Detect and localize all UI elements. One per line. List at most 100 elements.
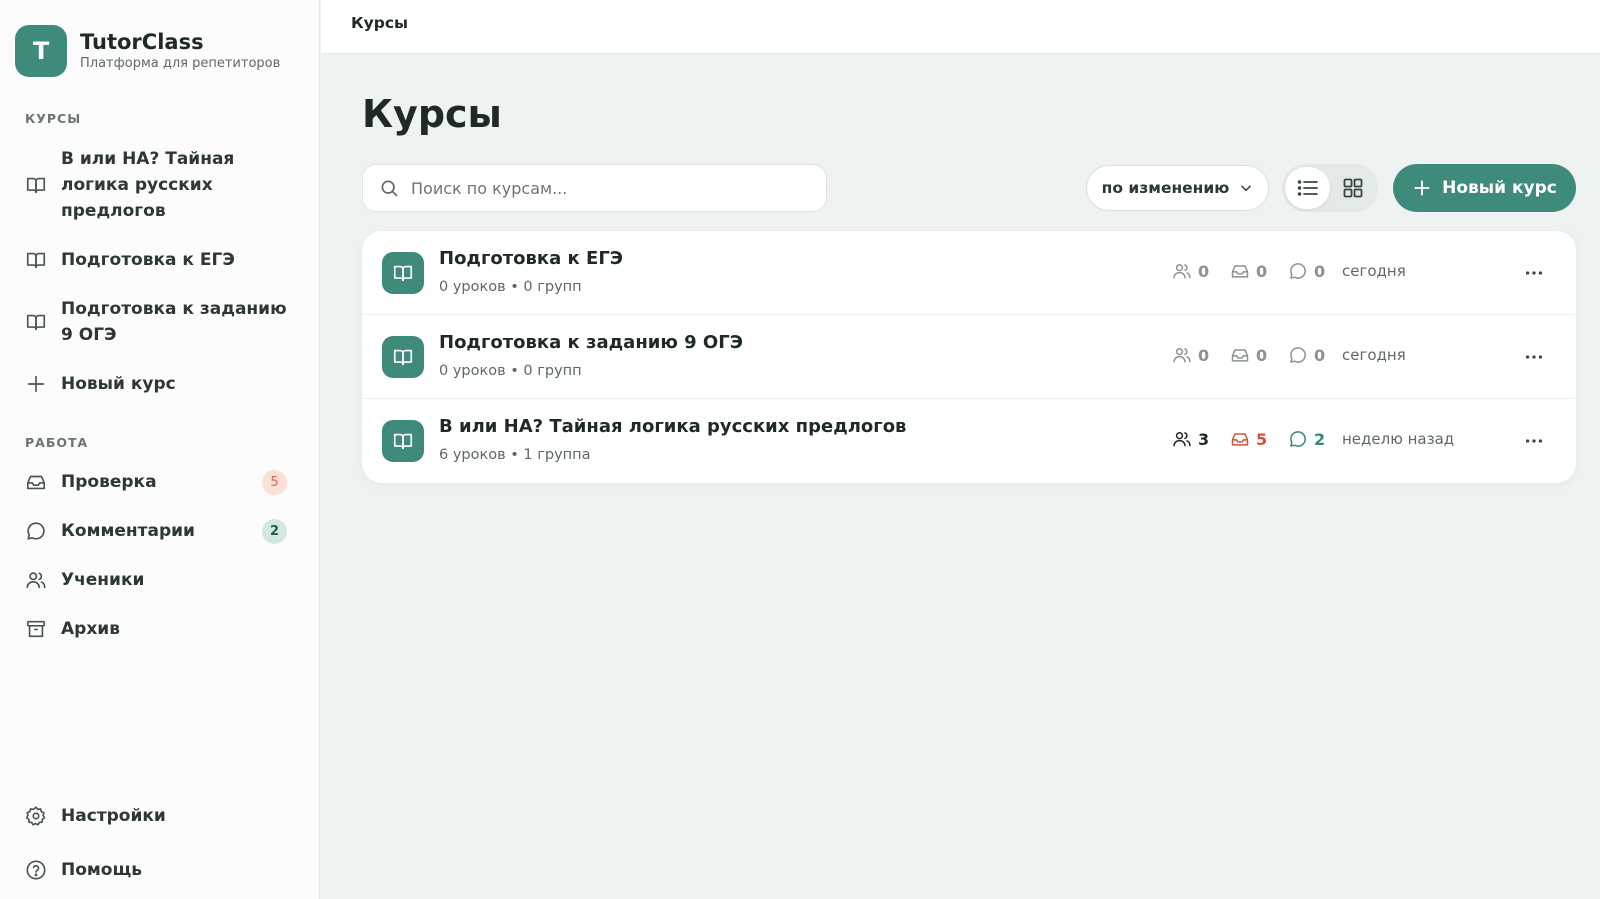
comment-icon	[1288, 429, 1308, 449]
sidebar-course-ege[interactable]: Подготовка к ЕГЭ	[25, 247, 287, 273]
submissions-stat: 5	[1230, 429, 1267, 449]
more-horizontal-icon	[1523, 262, 1545, 284]
sidebar-item-label: Новый курс	[61, 374, 176, 394]
review-count-badge: 5	[262, 469, 287, 495]
brand[interactable]: T TutorClass Платформа для репетиторов	[15, 25, 280, 77]
course-updated: сегодня	[1342, 346, 1406, 364]
more-horizontal-icon	[1523, 346, 1545, 368]
course-list: Подготовка к ЕГЭ 0 уроков • 0 групп 0 0 …	[362, 231, 1576, 483]
course-meta: 6 уроков • 1 группа	[439, 447, 591, 463]
gear-icon	[25, 805, 47, 827]
users-icon	[1172, 345, 1192, 365]
page-title: Курсы	[362, 92, 502, 136]
sidebar-item-label: Помощь	[61, 860, 143, 880]
courses-section-label: КУРСЫ	[25, 111, 82, 126]
book-icon	[25, 174, 47, 196]
new-course-label: Новый курс	[1442, 178, 1557, 198]
course-meta: 0 уроков • 0 групп	[439, 363, 582, 379]
inbox-icon	[1230, 345, 1250, 365]
help-icon	[25, 859, 47, 881]
book-icon	[382, 420, 424, 462]
search-box[interactable]	[362, 164, 827, 212]
course-row[interactable]: Подготовка к ЕГЭ 0 уроков • 0 групп 0 0 …	[362, 231, 1576, 315]
sidebar-item-settings[interactable]: Настройки	[25, 803, 287, 829]
sidebar-new-course[interactable]: Новый курс	[25, 371, 287, 397]
more-options-button[interactable]	[1522, 345, 1546, 369]
comment-icon	[1288, 261, 1308, 281]
sort-label: по изменению	[1101, 179, 1230, 197]
comments-stat: 0	[1288, 345, 1325, 365]
course-updated: неделю назад	[1342, 430, 1455, 448]
course-row[interactable]: В или НА? Тайная логика русских предлого…	[362, 399, 1576, 483]
course-row[interactable]: Подготовка к заданию 9 ОГЭ 0 уроков • 0 …	[362, 315, 1576, 399]
sidebar-item-students[interactable]: Ученики	[25, 567, 287, 593]
work-section-label: РАБОТА	[25, 435, 89, 450]
submissions-stat: 0	[1230, 261, 1267, 281]
list-icon	[1296, 176, 1320, 200]
more-options-button[interactable]	[1522, 429, 1546, 453]
students-count: 3	[1198, 429, 1210, 449]
comments-count-badge: 2	[262, 518, 287, 544]
grid-icon	[1341, 176, 1365, 200]
comment-icon	[1288, 345, 1308, 365]
view-toggle	[1282, 164, 1378, 212]
brand-logo: T	[15, 25, 67, 77]
new-course-button[interactable]: Новый курс	[1393, 164, 1576, 212]
course-title[interactable]: Подготовка к ЕГЭ	[439, 248, 623, 269]
sidebar-item-review[interactable]: Проверка 5	[25, 469, 287, 495]
inbox-icon	[25, 471, 47, 493]
chevron-down-icon	[1239, 181, 1253, 195]
plus-icon	[1412, 178, 1432, 198]
sidebar-course-oge9[interactable]: Подготовка к заданию 9 ОГЭ	[25, 296, 287, 348]
more-options-button[interactable]	[1522, 261, 1546, 285]
sidebar: T TutorClass Платформа для репетиторов К…	[0, 0, 320, 899]
course-title[interactable]: Подготовка к заданию 9 ОГЭ	[439, 332, 743, 353]
users-icon	[1172, 261, 1192, 281]
course-title[interactable]: В или НА? Тайная логика русских предлого…	[439, 416, 906, 437]
sidebar-course-v-ili-na[interactable]: В или НА? Тайная логика русских предлого…	[25, 146, 287, 224]
submissions-count: 0	[1256, 261, 1268, 281]
sidebar-item-label: Подготовка к заданию 9 ОГЭ	[61, 299, 287, 345]
sidebar-item-label: Подготовка к ЕГЭ	[61, 250, 235, 270]
sidebar-item-label: Проверка	[61, 472, 157, 492]
book-icon	[382, 336, 424, 378]
students-stat: 3	[1172, 429, 1209, 449]
list-view-button[interactable]	[1285, 167, 1330, 209]
plus-icon	[25, 373, 47, 395]
archive-icon	[25, 618, 47, 640]
submissions-stat: 0	[1230, 345, 1267, 365]
comments-stat: 0	[1288, 261, 1325, 281]
top-bar: Курсы	[321, 0, 1600, 54]
students-count: 0	[1198, 345, 1210, 365]
sort-dropdown[interactable]: по изменению	[1086, 165, 1269, 211]
sidebar-item-help[interactable]: Помощь	[25, 857, 287, 883]
sidebar-item-label: Архив	[61, 619, 120, 639]
sidebar-item-label: В или НА? Тайная логика русских предлого…	[61, 149, 235, 221]
students-stat: 0	[1172, 345, 1209, 365]
brand-name: TutorClass	[80, 30, 204, 54]
search-input[interactable]	[411, 178, 811, 198]
search-icon	[379, 178, 399, 198]
sidebar-item-comments[interactable]: Комментарии 2	[25, 518, 287, 544]
sidebar-item-label: Комментарии	[61, 521, 195, 541]
inbox-icon	[1230, 429, 1250, 449]
submissions-count: 5	[1256, 429, 1268, 449]
breadcrumb[interactable]: Курсы	[351, 14, 408, 32]
users-icon	[1172, 429, 1192, 449]
students-count: 0	[1198, 261, 1210, 281]
grid-view-button[interactable]	[1330, 167, 1375, 209]
sidebar-item-label: Настройки	[61, 806, 166, 826]
book-icon	[25, 311, 47, 333]
comments-count: 0	[1314, 261, 1326, 281]
course-updated: сегодня	[1342, 262, 1406, 280]
submissions-count: 0	[1256, 345, 1268, 365]
comments-count: 2	[1314, 429, 1326, 449]
comment-icon	[25, 520, 47, 542]
students-stat: 0	[1172, 261, 1209, 281]
course-meta: 0 уроков • 0 групп	[439, 279, 582, 295]
brand-subtitle: Платформа для репетиторов	[80, 56, 281, 71]
more-horizontal-icon	[1523, 430, 1545, 452]
sidebar-item-archive[interactable]: Архив	[25, 616, 287, 642]
sidebar-item-label: Ученики	[61, 570, 145, 590]
inbox-icon	[1230, 261, 1250, 281]
